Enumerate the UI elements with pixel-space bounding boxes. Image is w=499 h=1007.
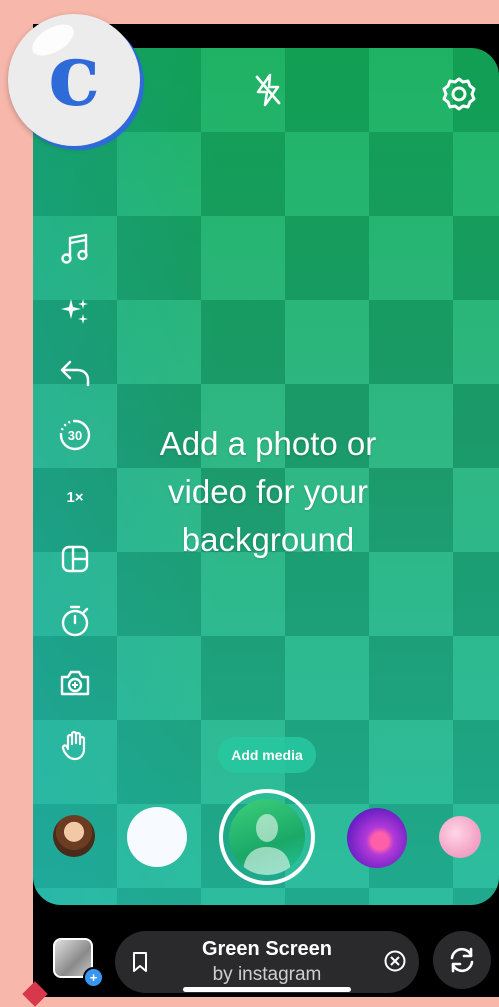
bottom-bar: + Green Screen by instagram — [33, 905, 499, 997]
effect-thumb-glitter[interactable] — [439, 816, 481, 858]
timer-duration-label: 30 — [68, 428, 82, 443]
countdown-timer-icon[interactable] — [55, 590, 95, 652]
prompt-line-3: background — [181, 521, 355, 558]
speed-icon[interactable]: 1× — [55, 466, 95, 528]
effect-name: Green Screen — [201, 938, 333, 960]
prompt-line-1: Add a photo or — [159, 425, 377, 462]
camera-preview[interactable]: 30 1× Add a photo or video for your back… — [33, 48, 499, 905]
effect-author: by instagram — [212, 964, 322, 985]
photo-booth-icon[interactable] — [55, 652, 95, 714]
flash-off-icon[interactable] — [253, 73, 283, 112]
prompt-line-2: video for your — [168, 473, 368, 510]
flip-camera-button[interactable] — [433, 931, 491, 989]
speed-label: 1× — [66, 488, 84, 506]
effect-thumb-white[interactable] — [127, 807, 187, 867]
timer-duration-icon[interactable]: 30 — [55, 404, 95, 466]
settings-gear-icon[interactable] — [441, 76, 477, 117]
hands-free-icon[interactable] — [55, 714, 95, 776]
left-toolbar: 30 1× — [55, 218, 95, 776]
gallery-plus-badge: + — [83, 967, 104, 988]
phone-screen: 30 1× Add a photo or video for your back… — [33, 24, 499, 997]
music-icon[interactable] — [55, 218, 95, 280]
background-prompt-text: Add a photo or video for your background — [128, 420, 408, 564]
layout-icon[interactable] — [55, 528, 95, 590]
effect-info-pill[interactable]: Green Screen by instagram — [115, 931, 419, 993]
green-screen-effect-preview — [229, 799, 305, 875]
effect-thumb-hearts[interactable] — [347, 808, 407, 868]
app-logo: c — [8, 14, 140, 146]
close-effect-icon[interactable] — [383, 949, 407, 978]
home-indicator[interactable] — [183, 987, 351, 992]
flip-camera-icon — [450, 947, 474, 973]
effect-thumb-portrait[interactable] — [53, 815, 95, 857]
effects-sparkle-icon[interactable] — [55, 280, 95, 342]
undo-icon[interactable] — [55, 342, 95, 404]
add-media-button[interactable]: Add media — [218, 737, 316, 773]
person-silhouette-icon — [243, 814, 291, 875]
capture-button[interactable] — [219, 789, 315, 885]
